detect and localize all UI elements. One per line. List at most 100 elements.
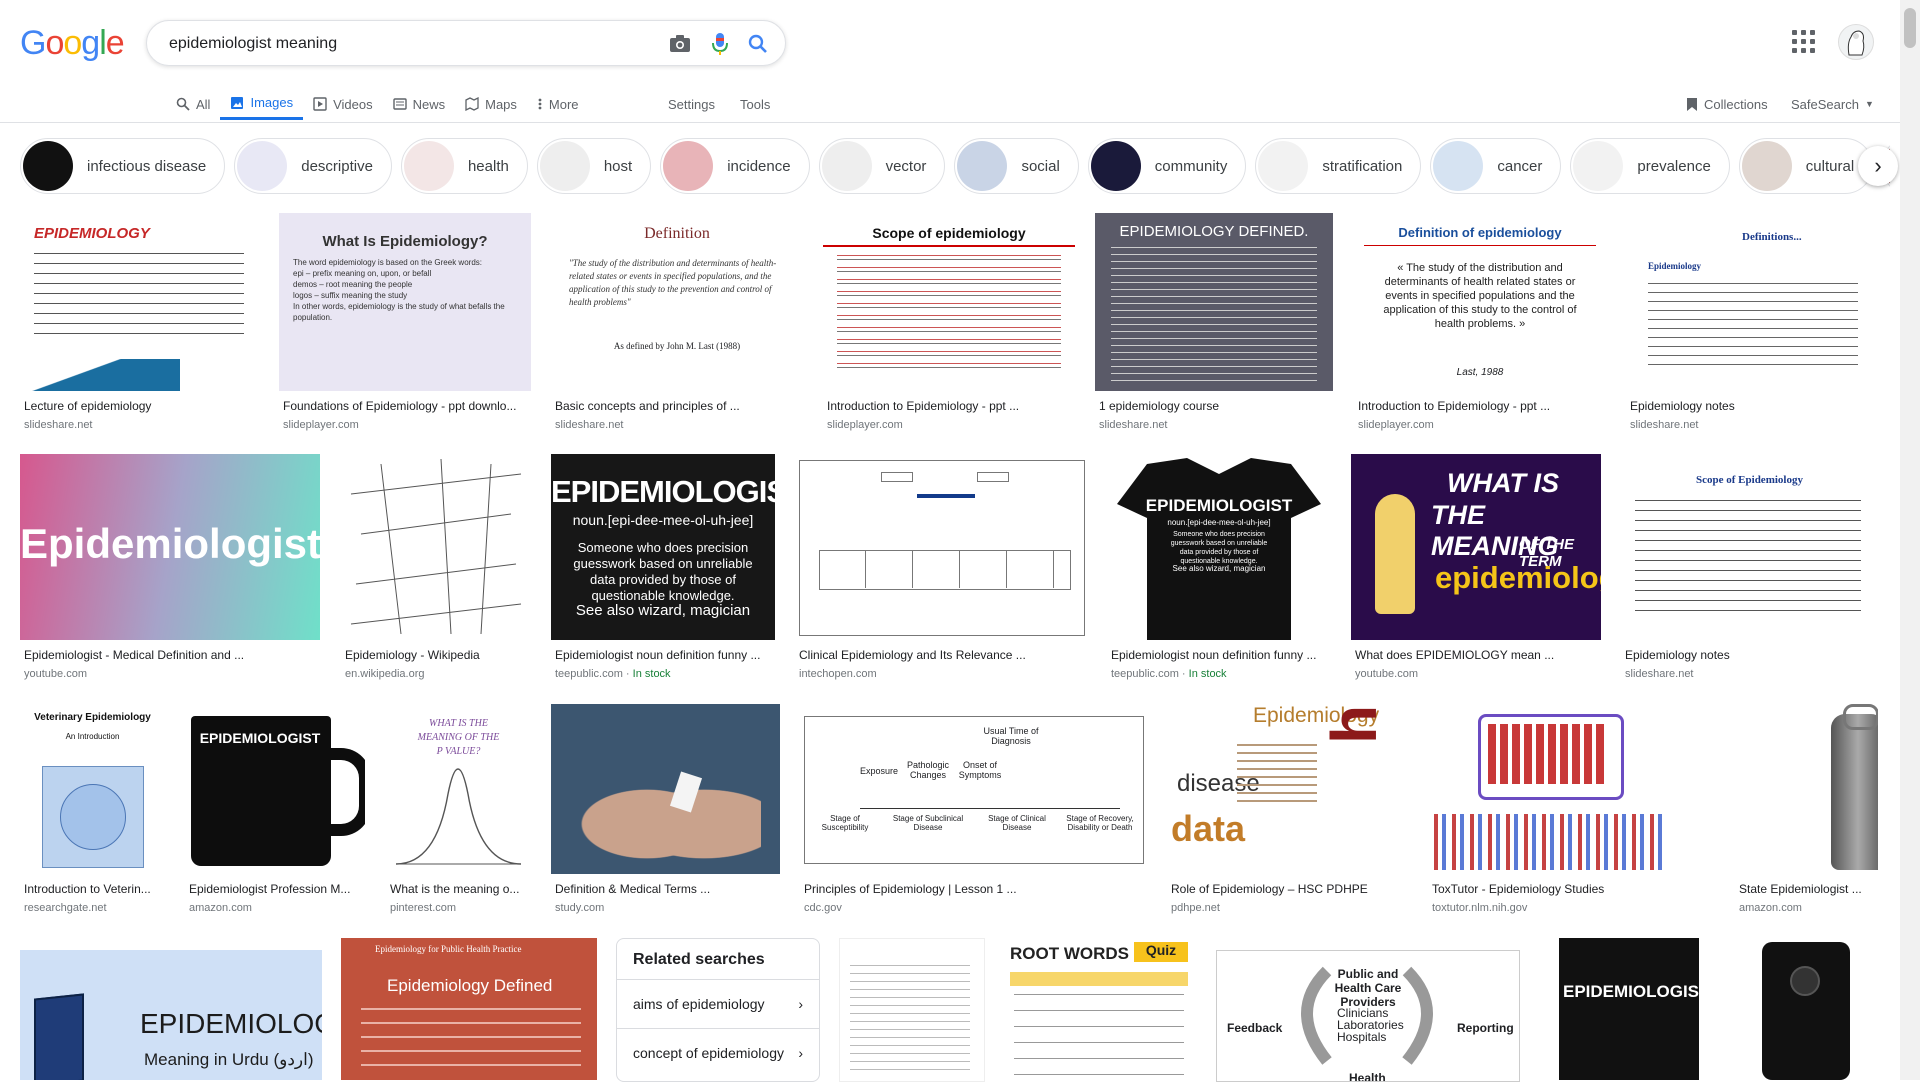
related-chip[interactable]: vector [818, 138, 946, 194]
result-title[interactable]: Introduction to Veterin... [24, 882, 161, 896]
google-logo[interactable]: Google [20, 24, 125, 63]
settings-link[interactable]: Settings [668, 90, 715, 118]
result-source: youtube.com [24, 668, 87, 680]
logo-letter: e [105, 24, 125, 62]
chip-label: host [603, 157, 633, 175]
result-title[interactable]: Epidemiologist - Medical Definition and … [24, 648, 316, 662]
result-title[interactable]: Epidemiologist noun definition funny ... [1111, 648, 1327, 662]
chip-thumbnail [957, 141, 1008, 191]
result-title[interactable]: 1 epidemiology course [1099, 399, 1329, 413]
safesearch-button[interactable]: SafeSearch ▼ [1791, 90, 1874, 118]
image-result[interactable] [839, 938, 985, 1082]
result-title[interactable]: Epidemiology - Wikipedia [345, 648, 527, 662]
related-chip[interactable]: cultural [1738, 138, 1874, 194]
chevron-right-icon[interactable]: › [1858, 146, 1898, 186]
image-result[interactable]: State Epidemiologist ... amazon.com [1735, 704, 1878, 924]
image-result[interactable]: Public and Health Care Providers Clinici… [1216, 950, 1520, 1082]
image-result[interactable]: Definition of epidemiology « The study of… [1354, 213, 1606, 441]
related-chip[interactable]: health [400, 138, 528, 194]
image-result[interactable]: Definition "The study of the distribution… [551, 213, 803, 441]
tab-label: Videos [333, 96, 373, 112]
scrollbar-thumb[interactable] [1904, 8, 1916, 48]
camera-icon[interactable] [667, 31, 693, 57]
scrollbar[interactable] [1900, 0, 1920, 1080]
related-search-item[interactable]: concept of epidemiology › [617, 1028, 819, 1077]
result-title[interactable]: Epidemiologist noun definition funny ... [555, 648, 771, 662]
image-result[interactable]: Clinical Epidemiology and Its Relevance … [795, 454, 1087, 690]
thumb-text: Someone who does precision guesswork bas… [573, 540, 753, 603]
result-title[interactable]: Role of Epidemiology – HSC PDHPE [1171, 882, 1403, 896]
image-result[interactable] [1734, 938, 1880, 1080]
image-result[interactable]: EPIDEMIOLOGY Lecture of epidemiology slide… [20, 213, 258, 441]
related-chip[interactable]: host [536, 138, 652, 194]
image-result[interactable]: Definition & Medical Terms ... study.com [551, 704, 780, 924]
avatar[interactable] [1838, 24, 1874, 60]
image-result[interactable]: Usual Time of Diagnosis Exposure Pathologi… [800, 704, 1146, 924]
result-title[interactable]: What is the meaning o... [390, 882, 527, 896]
result-title[interactable]: Epidemiology notes [1625, 648, 1874, 662]
microphone-icon[interactable] [707, 31, 733, 57]
related-search-item[interactable]: aims of epidemiology › [617, 979, 819, 1028]
tab-images[interactable]: Images [220, 88, 304, 120]
image-result[interactable]: WHAT IS THE MEANING OF THE P VALUE? What is… [386, 704, 531, 924]
image-result[interactable]: What Is Epidemiology? The word epidemiolo… [279, 213, 531, 441]
image-result[interactable]: Scope of Epidemiology Epidemiology notes s… [1621, 454, 1878, 690]
result-title[interactable]: Clinical Epidemiology and Its Relevance … [799, 648, 1083, 662]
tab-more[interactable]: More [527, 88, 589, 120]
related-chip[interactable]: incidence [660, 138, 810, 194]
result-title[interactable]: What does EPIDEMIOLOGY mean ... [1355, 648, 1597, 662]
tab-news[interactable]: News [383, 88, 456, 120]
related-chip[interactable]: cancer [1430, 138, 1562, 194]
result-thumbnail: Definitions... Epidemiology [1626, 213, 1878, 391]
thumb-text: Meaning in Urdu (اردو) [144, 1050, 314, 1069]
image-result[interactable]: Scope of epidemiology Introduction to Epi… [823, 213, 1075, 441]
apps-grid-icon[interactable] [1792, 30, 1816, 54]
related-chip[interactable]: community [1087, 138, 1247, 194]
tab-maps[interactable]: Maps [455, 88, 527, 120]
thumb-text: See also wizard, magician [1172, 564, 1266, 573]
result-title[interactable]: State Epidemiologist ... [1739, 882, 1874, 896]
image-result[interactable]: Veterinary Epidemiology An Introduction In… [20, 704, 165, 924]
image-result[interactable]: EPIDEMIOLOGIST noun.[epi-dee-mee-ol-uh-je… [551, 454, 775, 690]
tab-videos[interactable]: Videos [303, 88, 383, 120]
image-result[interactable]: EPIDEMIOLOGIST noun.[epi-dee-mee-ol-uh-je… [1107, 454, 1331, 690]
image-result[interactable]: Epidemiology for Public Health Practice … [341, 938, 597, 1080]
search-icon[interactable] [745, 31, 771, 57]
result-title[interactable]: Epidemiologist Profession M... [189, 882, 361, 896]
result-thumbnail: WHAT ISTHE MEANINGOF THE TERMepidemiolog… [1351, 454, 1601, 640]
thumb-text: EPIDEMIOLOGIST [1145, 496, 1293, 515]
related-chip[interactable]: social [954, 138, 1079, 194]
image-result[interactable]: EpidemiologyhealthdatadiseaseRole of Epi… [1167, 704, 1407, 924]
tools-link[interactable]: Tools [740, 90, 770, 118]
related-chip[interactable]: prevalence [1570, 138, 1730, 194]
result-title[interactable]: Introduction to Epidemiology - ppt ... [1358, 399, 1602, 413]
result-title[interactable]: Introduction to Epidemiology - ppt ... [827, 399, 1071, 413]
image-result[interactable]: WHAT ISTHE MEANINGOF THE TERMepidemiolog… [1351, 454, 1601, 690]
image-result[interactable]: Epidemiology - Wikipedia en.wikipedia.org [341, 454, 531, 690]
result-title[interactable]: Lecture of epidemiology [24, 399, 254, 413]
related-chip[interactable]: descriptive [234, 138, 392, 194]
result-title[interactable]: ToxTutor - Epidemiology Studies [1432, 882, 1710, 896]
image-result[interactable]: EPIDEMIOLOGIST Epidemiologist Profession … [185, 704, 365, 924]
image-result[interactable]: ToxTutor - Epidemiology Studies toxtutor.… [1428, 704, 1714, 924]
search-input[interactable] [167, 31, 641, 57]
image-result[interactable]: Definitions... Epidemiology Epidemiology n… [1626, 213, 1878, 441]
result-title[interactable]: Foundations of Epidemiology - ppt downlo… [283, 399, 527, 413]
related-chip[interactable]: infectious disease [20, 138, 226, 194]
related-chip[interactable]: stratification [1255, 138, 1422, 194]
search-box[interactable] [146, 20, 786, 66]
image-result[interactable]: Epidemiologist Epidemiologist - Medical D… [20, 454, 320, 690]
result-title[interactable]: Principles of Epidemiology | Lesson 1 ..… [804, 882, 1142, 896]
image-result[interactable]: ROOT WORDS Quiz [1004, 938, 1194, 1080]
tab-all[interactable]: All [166, 88, 220, 120]
thumb-text: Definitions... [1742, 231, 1802, 243]
result-title[interactable]: Definition & Medical Terms ... [555, 882, 776, 896]
thumb-text: Stage of Susceptibility [821, 814, 869, 832]
image-result[interactable]: EPIDEMIOLOGY DEFINED. 1 epidemiology cour… [1095, 213, 1333, 441]
chip-label: cancer [1497, 157, 1543, 175]
result-title[interactable]: Basic concepts and principles of ... [555, 399, 799, 413]
image-result[interactable]: EPIDEMIOLOGY Meaning in Urdu (اردو) [20, 950, 322, 1080]
image-result[interactable]: EPIDEMIOLOGIST [1539, 938, 1717, 1080]
result-title[interactable]: Epidemiology notes [1630, 399, 1874, 413]
collections-link[interactable]: Collections [1686, 90, 1768, 118]
